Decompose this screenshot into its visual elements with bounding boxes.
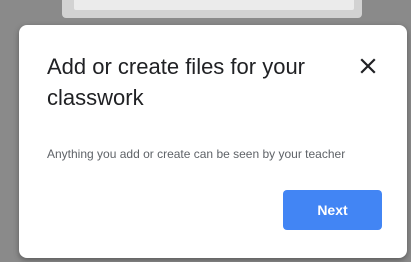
onboarding-dialog: Add or create files for your classwork A…	[19, 25, 407, 258]
close-button[interactable]	[355, 53, 381, 79]
dialog-title: Add or create files for your classwork	[47, 54, 306, 110]
close-icon	[360, 58, 376, 74]
background-card-inner	[74, 0, 354, 10]
dialog-description: Anything you add or create can be seen b…	[47, 147, 346, 161]
next-button[interactable]: Next	[283, 190, 382, 230]
